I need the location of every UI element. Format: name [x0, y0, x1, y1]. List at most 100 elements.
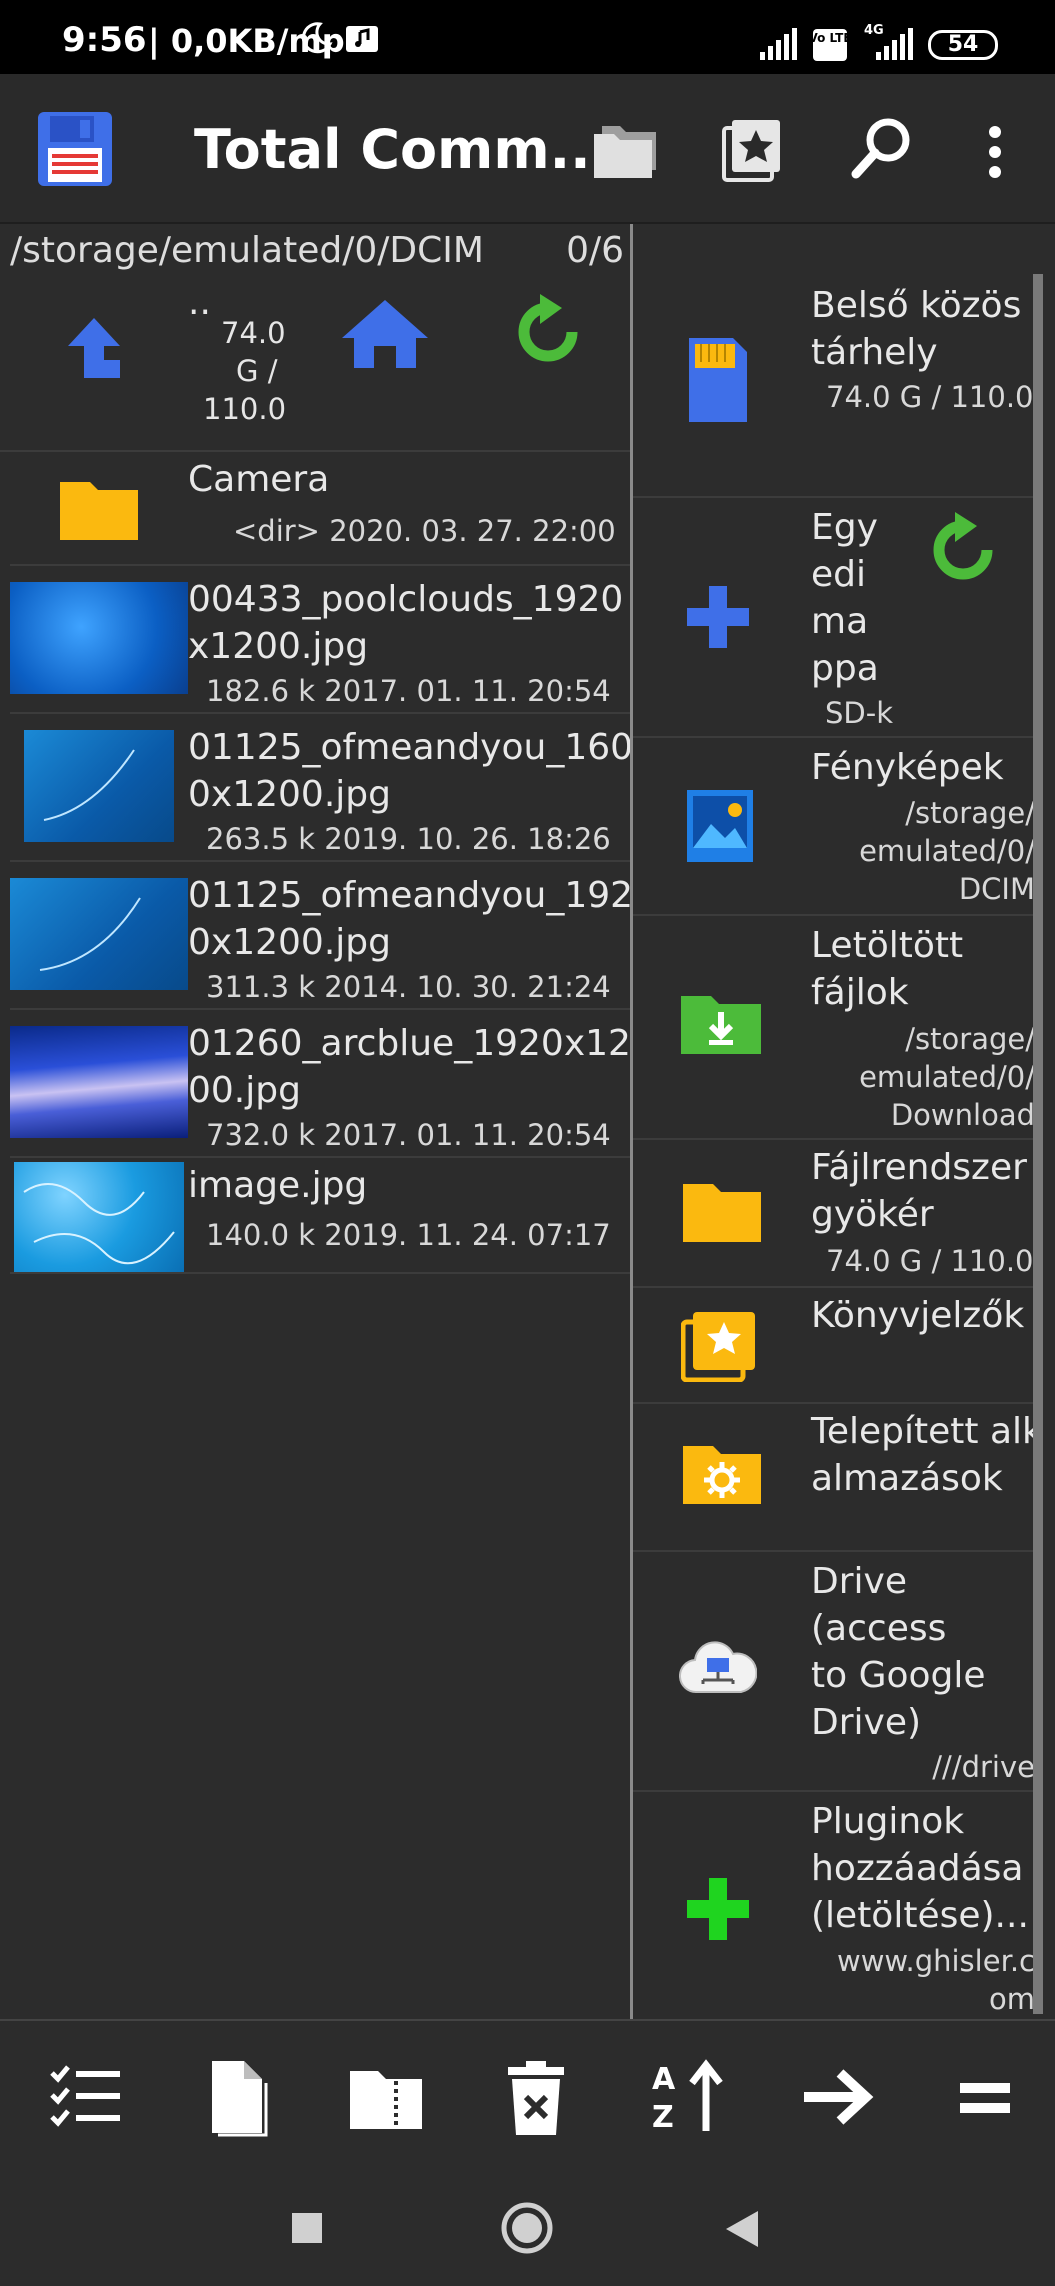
select-checklist-icon[interactable]: [46, 2057, 126, 2137]
plus-icon: [685, 584, 751, 654]
drive-sub: ///drive: [932, 1750, 1035, 1784]
parent-dir-row[interactable]: .. 74.0 G / 110.0: [0, 282, 630, 452]
up-label: ..: [188, 282, 211, 323]
storage-item-downloads[interactable]: Letöltött fájlok /storage/ emulated/0/ D…: [633, 916, 1043, 1140]
drive-label-line-3: to Google: [811, 1655, 986, 1696]
photos-sub-line-3: DCIM: [958, 872, 1035, 906]
plugins-label-line-3: (letöltése)...: [811, 1895, 1029, 1936]
custom-label-line-4: ppa: [811, 648, 879, 689]
storage-label-line-2: tárhely: [811, 332, 938, 373]
list-item[interactable]: Camera <dir> 2020. 03. 27. 22:00: [10, 452, 630, 566]
storage-item-installed-apps[interactable]: Telepített alk almazások: [633, 1404, 1043, 1552]
file-meta: 311.3 k 2014. 10. 30. 21:24: [206, 970, 611, 1004]
file-name: image.jpg: [188, 1165, 368, 1206]
downloads-label-line-2: fájlok: [811, 972, 909, 1013]
root-label-line-1: Fájlrendszer: [811, 1147, 1027, 1188]
file-meta: 263.5 k 2019. 10. 26. 18:26: [206, 822, 611, 856]
up-arrow-icon[interactable]: [66, 316, 122, 384]
file-name-line-2: 00.jpg: [188, 1070, 301, 1111]
music-folder-icon: [344, 20, 380, 60]
right-bookmarks-panel[interactable]: Belső közös tárhely 74.0 G / 110.0 Egy e…: [633, 224, 1055, 2019]
storage-item-custom[interactable]: Egy edi ma ppa SD-k: [633, 498, 1043, 738]
storage-item-root[interactable]: Fájlrendszer gyökér 74.0 G / 110.0: [633, 1140, 1043, 1288]
storage-item-drive[interactable]: Drive (access to Google Drive) ///drive: [633, 1552, 1043, 1792]
file-name-line-2: x1200.jpg: [188, 626, 369, 667]
folder-icon: [679, 1180, 765, 1250]
file-name-line-1: 01125_ofmeandyou_160: [188, 727, 634, 768]
bookmarks-label: Könyvjelzők: [811, 1295, 1025, 1336]
floppy-disk-icon[interactable]: [36, 110, 114, 192]
bottom-toolbar: A Z: [0, 2019, 1055, 2169]
app-header: Total Comm...: [0, 74, 1055, 224]
root-size: 74.0 G / 110.0: [826, 1244, 1034, 1278]
search-icon[interactable]: [850, 116, 914, 184]
photos-sub-line-2: emulated/0/: [859, 834, 1035, 868]
drive-label-line-1: Drive: [811, 1561, 907, 1602]
storage-item-plugins[interactable]: Pluginok hozzáadása (letöltése)... www.g…: [633, 1792, 1043, 2019]
file-meta: 182.6 k 2017. 01. 11. 20:54: [206, 674, 611, 708]
root-label-line-2: gyökér: [811, 1194, 934, 1235]
photos-icon: [685, 788, 755, 868]
sort-icon[interactable]: A Z: [648, 2057, 728, 2137]
file-name-line-2: 0x1200.jpg: [188, 922, 391, 963]
downloads-sub-line-3: Download: [890, 1098, 1035, 1132]
storage-item-bookmarks[interactable]: Könyvjelzők: [633, 1288, 1043, 1404]
equal-panels-icon[interactable]: [946, 2057, 1026, 2137]
status-time: 9:56: [62, 20, 147, 60]
storage-item-internal[interactable]: Belső közös tárhely 74.0 G / 110.0: [633, 274, 1043, 498]
refresh-icon[interactable]: [510, 294, 586, 374]
signal-icon-1: [758, 26, 798, 66]
list-item[interactable]: image.jpg 140.0 k 2019. 11. 24. 07:17: [10, 1158, 630, 1274]
list-item[interactable]: 01125_ofmeandyou_192 0x1200.jpg 311.3 k …: [10, 862, 634, 1010]
status-bar: 9:56 | 0,0KB/mp Vo LTE 4G 54: [0, 0, 1055, 74]
bookmark-star-icon[interactable]: [722, 118, 782, 186]
svg-text:Vo LTE: Vo LTE: [812, 31, 848, 45]
system-nav-bar: [0, 2169, 1055, 2286]
storage-item-photos[interactable]: Fényképek /storage/ emulated/0/ DCIM: [633, 738, 1043, 916]
folder-icon: [56, 478, 142, 548]
image-thumbnail: [14, 1162, 184, 1272]
refresh-icon[interactable]: [925, 512, 1001, 592]
file-name-line-2: 0x1200.jpg: [188, 774, 391, 815]
delete-icon[interactable]: [496, 2057, 576, 2137]
plugins-sub-line-2: om: [989, 1982, 1035, 2016]
apps-label-line-2: almazások: [811, 1458, 1003, 1499]
storage-size: 74.0 G / 110.0: [826, 380, 1034, 414]
file-meta: <dir> 2020. 03. 27. 22:00: [233, 514, 616, 548]
custom-label-line-2: edi: [811, 554, 867, 595]
green-plus-icon: [685, 1876, 751, 1946]
svg-text:4G: 4G: [864, 23, 884, 38]
moon-icon: [298, 20, 334, 60]
image-thumbnail: [24, 730, 174, 842]
signal-icon-2: 4G: [862, 22, 916, 66]
up-size-line-1: 74.0: [221, 316, 286, 350]
file-meta: 732.0 k 2017. 01. 11. 20:54: [206, 1118, 611, 1152]
custom-label-line-1: Egy: [811, 507, 878, 548]
current-path[interactable]: /storage/emulated/0/DCIM: [10, 230, 484, 271]
copy-arrow-icon[interactable]: [798, 2057, 878, 2137]
cloud-drive-icon: [679, 1640, 758, 1700]
recents-square-icon[interactable]: [290, 2211, 324, 2249]
download-folder-icon: [679, 992, 763, 1060]
volte-icon: Vo LTE: [808, 28, 852, 66]
home-icon[interactable]: [340, 298, 430, 374]
file-name-line-1: 00433_poolclouds_1920: [188, 579, 624, 620]
back-triangle-icon[interactable]: [724, 2209, 760, 2253]
right-panel-scrollbar[interactable]: [1033, 274, 1043, 2014]
file-name-line-1: 01125_ofmeandyou_192: [188, 875, 634, 916]
list-item[interactable]: 00433_poolclouds_1920 x1200.jpg 182.6 k …: [10, 566, 630, 714]
new-file-icon[interactable]: [198, 2057, 278, 2137]
list-item[interactable]: 01125_ofmeandyou_160 0x1200.jpg 263.5 k …: [10, 714, 634, 862]
downloads-sub-line-1: /storage/: [905, 1022, 1035, 1056]
image-thumbnail: [10, 582, 188, 694]
zip-folder-icon[interactable]: [346, 2057, 426, 2137]
list-item[interactable]: 01260_arcblue_1920x12 00.jpg 732.0 k 201…: [10, 1010, 631, 1158]
storage-label-line-1: Belső közös: [811, 285, 1022, 326]
image-thumbnail: [10, 1026, 188, 1138]
home-circle-icon[interactable]: [500, 2201, 554, 2259]
left-file-panel[interactable]: /storage/emulated/0/DCIM 0/6 .. 74.0 G /…: [0, 224, 634, 2019]
sd-card-icon: [687, 336, 749, 428]
more-menu-icon[interactable]: [984, 124, 1006, 184]
image-thumbnail: [10, 878, 188, 990]
folders-icon[interactable]: [592, 122, 660, 186]
